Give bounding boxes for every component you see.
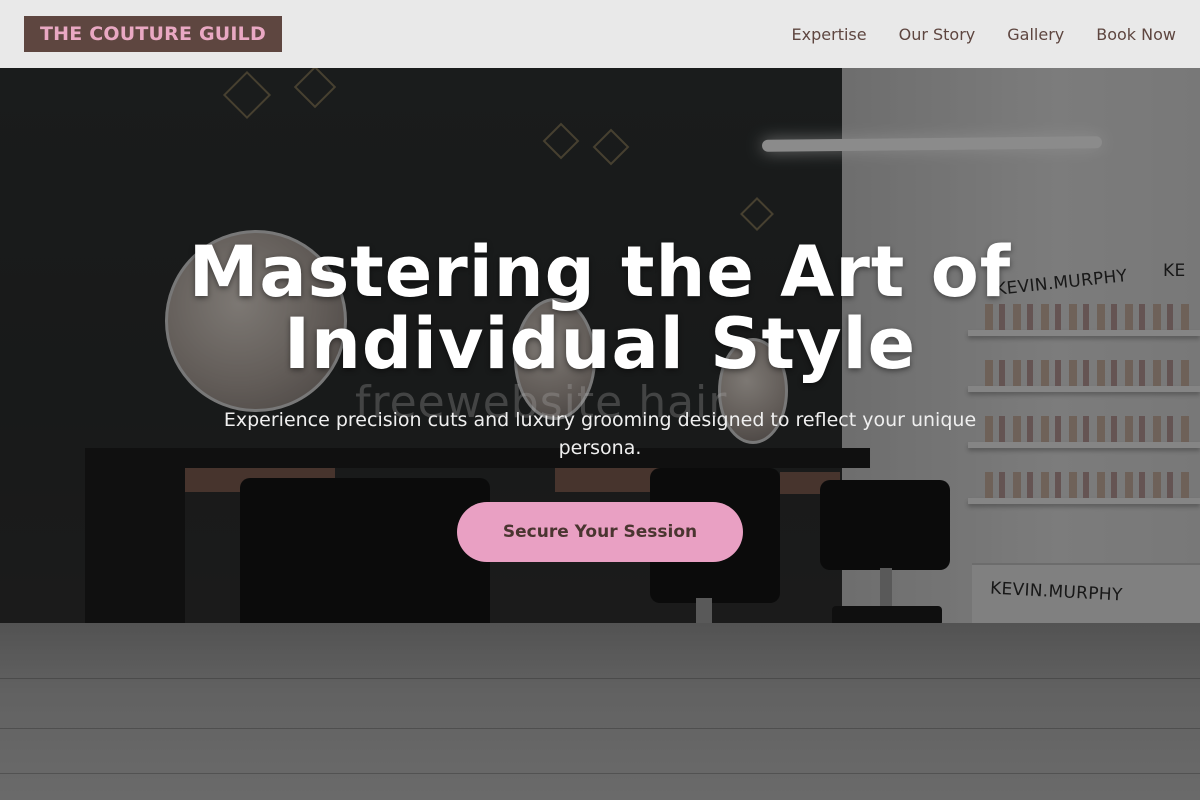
secure-session-button[interactable]: Secure Your Session (457, 502, 743, 562)
nav-link-gallery[interactable]: Gallery (1007, 25, 1064, 44)
hero-title-line-2: Individual Style (283, 303, 917, 385)
nav-link-book-now[interactable]: Book Now (1096, 25, 1176, 44)
nav-link-expertise[interactable]: Expertise (792, 25, 867, 44)
hero-content: Mastering the Art of Individual Style Ex… (0, 236, 1200, 562)
hero-title: Mastering the Art of Individual Style (150, 236, 1050, 380)
main-nav: Expertise Our Story Gallery Book Now (792, 25, 1176, 44)
site-header: THE COUTURE GUILD Expertise Our Story Ga… (0, 0, 1200, 68)
hero-subtitle: Experience precision cuts and luxury gro… (223, 409, 977, 459)
nav-link-our-story[interactable]: Our Story (899, 25, 976, 44)
site-logo[interactable]: THE COUTURE GUILD (24, 16, 282, 52)
hero-title-line-1: Mastering the Art of (188, 231, 1012, 313)
